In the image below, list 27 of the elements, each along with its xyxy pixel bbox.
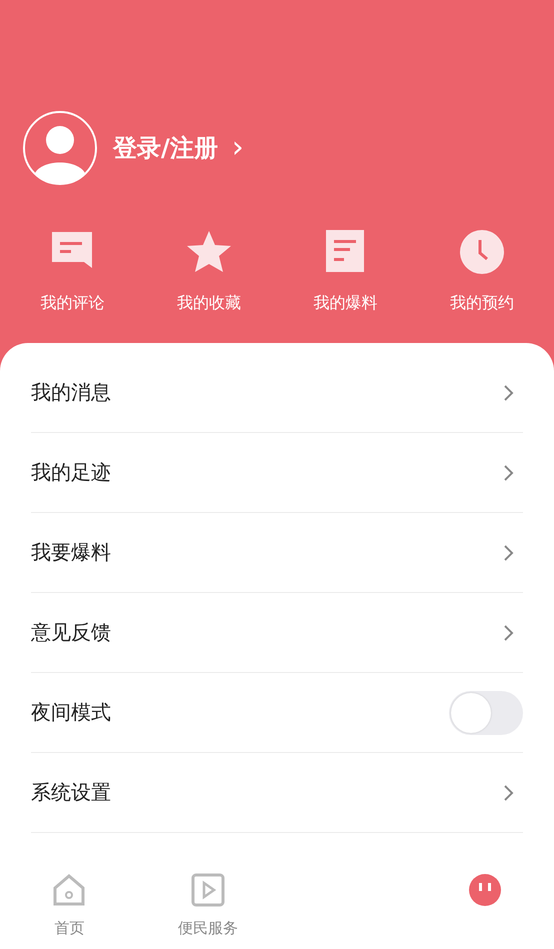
play-icon <box>190 873 225 907</box>
shortcut-item[interactable]: 我的收藏 <box>140 230 277 314</box>
chevron-right-icon <box>503 384 515 402</box>
chevron-right-icon <box>503 464 515 482</box>
avatar-icon[interactable] <box>23 111 97 185</box>
chevron-right-icon <box>503 544 515 562</box>
home-icon <box>52 873 86 907</box>
shortcut-item[interactable]: 我的评论 <box>4 230 140 314</box>
chevron-right-icon <box>503 624 515 642</box>
menu-item-label[interactable]: 系统设置 <box>31 779 111 806</box>
login-button[interactable]: 登录/注册 › <box>113 132 244 164</box>
menu-item-label[interactable]: 夜间模式 <box>31 699 111 726</box>
menu-item-label[interactable]: 意见反馈 <box>31 619 111 646</box>
shortcut-item[interactable]: 我的预约 <box>414 230 550 314</box>
comment-icon <box>50 230 94 270</box>
night-mode-toggle[interactable] <box>449 690 523 734</box>
menu-item-label[interactable]: 我的足迹 <box>31 459 111 486</box>
menu-item-label[interactable]: 我的消息 <box>31 379 111 406</box>
shortcut-item[interactable]: 我的爆料 <box>277 230 414 314</box>
star-icon <box>186 230 232 274</box>
face-icon <box>468 873 502 907</box>
clock-icon <box>460 230 504 274</box>
document-icon <box>326 230 364 272</box>
menu-item-label[interactable]: 我要爆料 <box>31 539 111 566</box>
tab-item[interactable]: 便民服务 <box>138 861 277 949</box>
tab-item[interactable]: 首页 <box>0 861 138 949</box>
chevron-right-icon <box>503 784 515 802</box>
